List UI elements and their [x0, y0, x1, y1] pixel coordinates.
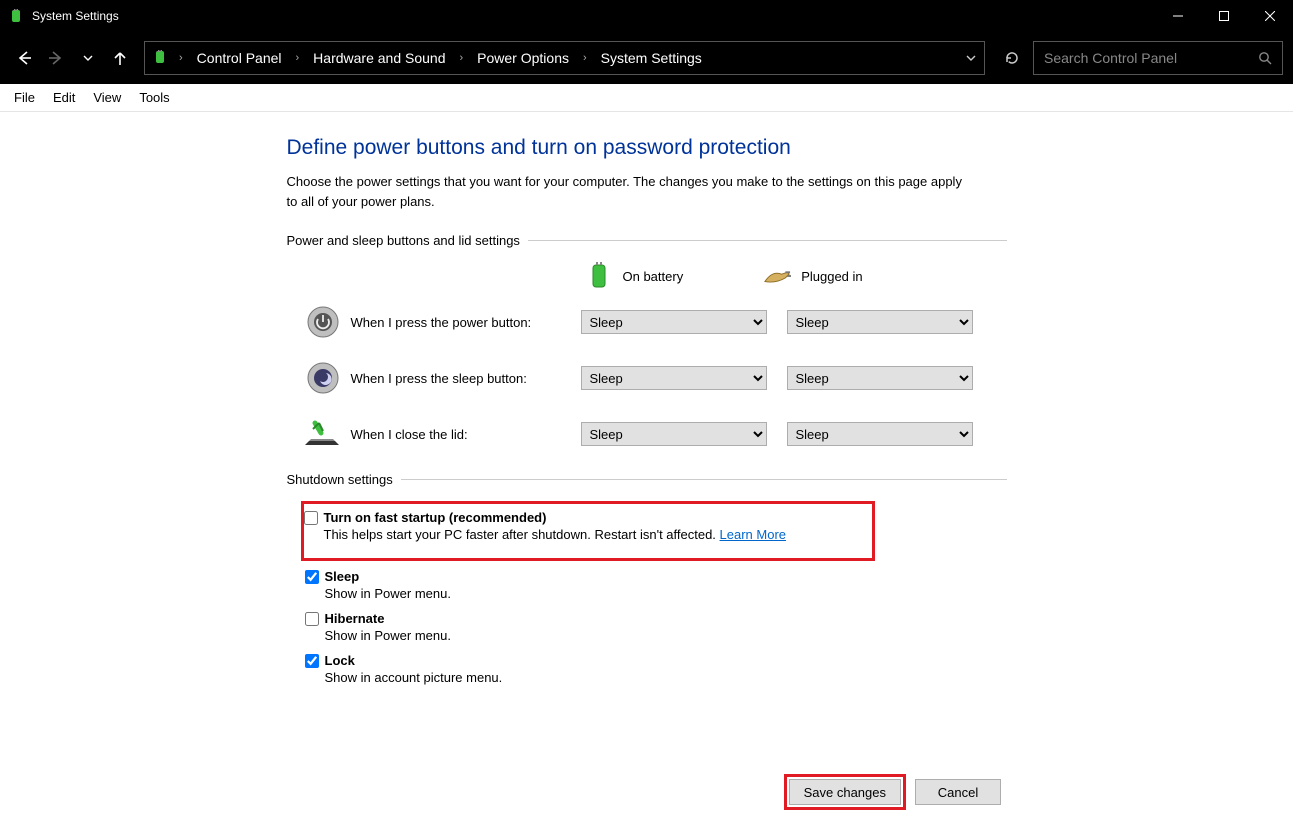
select-power-plugged[interactable]: Sleep: [787, 310, 973, 334]
chevron-down-icon[interactable]: [966, 53, 976, 63]
page-description: Choose the power settings that you want …: [287, 172, 967, 211]
shutdown-item-sleep: Sleep Show in Power menu.: [305, 569, 1007, 601]
checkbox-hibernate[interactable]: [305, 612, 319, 626]
minimize-button[interactable]: [1155, 0, 1201, 32]
window-title: System Settings: [32, 9, 1155, 23]
checkbox-lock[interactable]: [305, 654, 319, 668]
menu-tools[interactable]: Tools: [131, 87, 177, 108]
sleep-icon: [305, 360, 341, 396]
laptop-lid-icon: [305, 416, 341, 452]
chevron-right-icon[interactable]: ›: [175, 52, 187, 64]
select-sleep-battery[interactable]: Sleep: [581, 366, 767, 390]
highlighted-setting: Turn on fast startup (recommended) This …: [301, 501, 875, 561]
navbar: › Control Panel › Hardware and Sound › P…: [0, 32, 1293, 84]
footer-buttons: Save changes Cancel: [0, 779, 1293, 805]
maximize-button[interactable]: [1201, 0, 1247, 32]
refresh-button[interactable]: [995, 41, 1029, 75]
breadcrumb-item[interactable]: Hardware and Sound: [309, 48, 449, 68]
breadcrumb-item[interactable]: System Settings: [597, 48, 706, 68]
battery-icon: [153, 50, 169, 66]
app-icon: [8, 8, 24, 24]
plug-icon: [763, 262, 791, 290]
row-label: When I close the lid:: [351, 427, 581, 442]
titlebar: System Settings: [0, 0, 1293, 32]
cancel-button[interactable]: Cancel: [915, 779, 1001, 805]
battery-icon: [585, 262, 613, 290]
checkbox-label: Turn on fast startup (recommended): [324, 510, 547, 525]
menu-file[interactable]: File: [6, 87, 43, 108]
checkbox-description: Show in Power menu.: [325, 586, 1007, 601]
breadcrumb-item[interactable]: Control Panel: [193, 48, 286, 68]
search-box[interactable]: [1033, 41, 1283, 75]
checkbox-label: Hibernate: [325, 611, 385, 626]
row-close-lid: When I close the lid: Sleep Sleep: [287, 416, 1007, 452]
checkbox-sleep[interactable]: [305, 570, 319, 584]
checkbox-label: Sleep: [325, 569, 360, 584]
row-label: When I press the sleep button:: [351, 371, 581, 386]
chevron-right-icon[interactable]: ›: [455, 52, 467, 64]
section-label-buttons-lid: Power and sleep buttons and lid settings: [287, 233, 528, 248]
recent-locations-button[interactable]: [74, 44, 102, 72]
checkbox-fast-startup[interactable]: [304, 511, 318, 525]
menu-view[interactable]: View: [85, 87, 129, 108]
menubar: File Edit View Tools: [0, 84, 1293, 112]
section-label-shutdown: Shutdown settings: [287, 472, 401, 487]
checkbox-description: Show in account picture menu.: [325, 670, 1007, 685]
checkbox-description: Show in Power menu.: [325, 628, 1007, 643]
select-lid-plugged[interactable]: Sleep: [787, 422, 973, 446]
shutdown-item-fast-startup: Turn on fast startup (recommended) This …: [304, 510, 864, 542]
learn-more-link[interactable]: Learn More: [720, 527, 786, 542]
address-bar[interactable]: › Control Panel › Hardware and Sound › P…: [144, 41, 985, 75]
select-sleep-plugged[interactable]: Sleep: [787, 366, 973, 390]
select-power-battery[interactable]: Sleep: [581, 310, 767, 334]
menu-edit[interactable]: Edit: [45, 87, 83, 108]
page-title: Define power buttons and turn on passwor…: [287, 136, 1007, 160]
row-sleep-button: When I press the sleep button: Sleep Sle…: [287, 360, 1007, 396]
checkbox-description: This helps start your PC faster after sh…: [324, 527, 720, 542]
column-header-label: On battery: [623, 269, 684, 284]
shutdown-item-lock: Lock Show in account picture menu.: [305, 653, 1007, 685]
section-divider: [528, 240, 1007, 241]
chevron-right-icon[interactable]: ›: [292, 52, 304, 64]
checkbox-label: Lock: [325, 653, 355, 668]
search-icon[interactable]: [1258, 51, 1272, 65]
search-input[interactable]: [1044, 50, 1258, 66]
power-icon: [305, 304, 341, 340]
column-header-battery: On battery: [585, 262, 684, 290]
shutdown-item-hibernate: Hibernate Show in Power menu.: [305, 611, 1007, 643]
breadcrumb-item[interactable]: Power Options: [473, 48, 573, 68]
forward-button[interactable]: [42, 44, 70, 72]
up-button[interactable]: [106, 44, 134, 72]
select-lid-battery[interactable]: Sleep: [581, 422, 767, 446]
column-header-label: Plugged in: [801, 269, 862, 284]
back-button[interactable]: [10, 44, 38, 72]
save-changes-button[interactable]: Save changes: [789, 779, 901, 805]
row-power-button: When I press the power button: Sleep Sle…: [287, 304, 1007, 340]
chevron-right-icon[interactable]: ›: [579, 52, 591, 64]
column-header-plugged: Plugged in: [763, 262, 862, 290]
close-button[interactable]: [1247, 0, 1293, 32]
section-divider: [401, 479, 1007, 480]
row-label: When I press the power button:: [351, 315, 581, 330]
